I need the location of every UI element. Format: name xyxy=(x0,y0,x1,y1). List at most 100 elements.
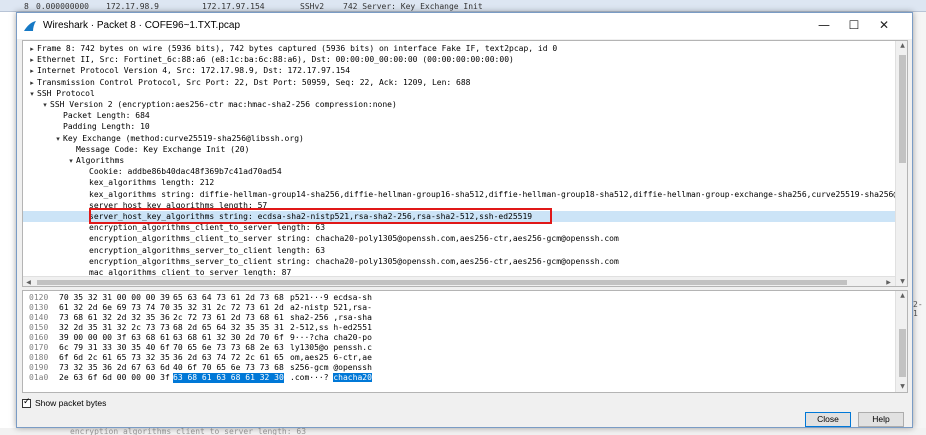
tree-hscroll-thumb[interactable] xyxy=(37,280,847,285)
tree-row[interactable]: ▾ SSH Version 2 (encryption:aes256-ctr ma… xyxy=(23,99,895,110)
bg-row-time: 0.000000000 xyxy=(36,2,89,11)
tree-row-text: Packet Length: 684 xyxy=(63,111,150,121)
close-window-button[interactable]: ✕ xyxy=(870,13,898,39)
hex-offset: 0180 xyxy=(29,353,49,362)
tree-row-text: Ethernet II, Src: Fortinet_6c:88:a6 (e8:… xyxy=(37,55,514,65)
tree-vertical-scrollbar[interactable]: ▲ ▼ xyxy=(895,41,907,286)
hex-bytes-first-half: 6c 79 31 33 30 35 40 6f xyxy=(59,343,170,352)
expanded-arrow-icon[interactable]: ▾ xyxy=(40,100,50,110)
scroll-down-arrow-icon[interactable]: ▼ xyxy=(896,382,907,392)
bg-row-protocol: SSHv2 xyxy=(300,2,325,11)
hex-row[interactable]: 0140 73 68 61 32 2d 32 35 36 2c 72 73 61 2… xyxy=(23,313,895,323)
tree-scroll-thumb[interactable] xyxy=(899,55,906,163)
tree-row[interactable]: ▸ Internet Protocol Version 4, Src: 172.1… xyxy=(23,65,895,76)
scroll-down-arrow-icon[interactable]: ▼ xyxy=(896,277,907,286)
tree-row[interactable]: Cookie: addbe86b40dac48f369b7c41ad70ad54 xyxy=(23,166,895,177)
hex-bytes-second-half: 2c 72 73 61 2d 73 68 61 xyxy=(173,313,284,322)
tree-row[interactable]: Packet Length: 684 xyxy=(23,110,895,121)
hex-row[interactable]: 0130 61 32 2d 6e 69 73 74 70 35 32 31 2c 7… xyxy=(23,303,895,313)
hex-row[interactable]: 0180 6f 6d 2c 61 65 73 32 35 36 2d 63 74 7… xyxy=(23,353,895,363)
window-title: Wireshark · Packet 8 · COFE96~1.TXT.pcap xyxy=(43,20,241,31)
show-packet-bytes-label[interactable]: Show packet bytes xyxy=(35,398,106,408)
tree-row[interactable]: ▾ Algorithms xyxy=(23,155,895,166)
tree-row[interactable]: Message Code: Key Exchange Init (20) xyxy=(23,144,895,155)
background-window-bottom: encryption_algorithms_client_to_server l… xyxy=(0,427,926,435)
show-packet-bytes-checkbox[interactable]: ✓ xyxy=(22,397,31,408)
packet-dialog: Wireshark · Packet 8 · COFE96~1.TXT.pcap… xyxy=(16,12,913,428)
tree-row[interactable]: Padding Length: 10 xyxy=(23,121,895,132)
hex-offset: 0150 xyxy=(29,323,49,332)
bg-row-src: 172.17.98.9 xyxy=(106,2,159,11)
hex-ascii: 2-512,ss h-ed2551 xyxy=(290,323,372,332)
tree-row[interactable]: encryption_algorithms_server_to_client s… xyxy=(23,256,895,267)
tree-row[interactable]: kex_algorithms length: 212 xyxy=(23,177,895,188)
hex-offset: 0120 xyxy=(29,293,49,302)
tree-row[interactable]: ▸ Ethernet II, Src: Fortinet_6c:88:a6 (e8… xyxy=(23,54,895,65)
title-bar[interactable]: Wireshark · Packet 8 · COFE96~1.TXT.pcap… xyxy=(17,13,912,39)
tree-row[interactable]: encryption_algorithms_client_to_server s… xyxy=(23,233,895,244)
tree-row-text: Algorithms xyxy=(76,156,125,165)
tree-row-text: Cookie: addbe86b40dac48f369b7c41ad70ad54 xyxy=(89,167,282,177)
hex-bytes-first-half: 70 35 32 31 00 00 00 39 xyxy=(59,293,170,302)
expanded-arrow-icon[interactable]: ▾ xyxy=(66,156,76,166)
scroll-left-arrow-icon[interactable]: ◀ xyxy=(23,277,34,286)
hex-bytes-first-half: 6f 6d 2c 61 65 73 32 35 xyxy=(59,353,170,362)
tree-row[interactable]: ▸ Frame 8: 742 bytes on wire (5936 bits),… xyxy=(23,43,895,54)
tree-row[interactable]: ▾ Key Exchange (method:curve25519-sha256@… xyxy=(23,133,895,144)
bytes-vertical-scrollbar[interactable]: ▲ ▼ xyxy=(895,291,907,392)
tree-row-text: Internet Protocol Version 4, Src: 172.17… xyxy=(37,66,351,76)
scroll-up-arrow-icon[interactable]: ▲ xyxy=(896,41,907,51)
tree-row-text: encryption_algorithms_client_to_server s… xyxy=(89,234,619,244)
hex-bytes-second-half: 68 2d 65 64 32 35 35 31 xyxy=(173,323,284,332)
collapsed-arrow-icon[interactable]: ▸ xyxy=(27,44,37,54)
help-button[interactable]: Help xyxy=(858,412,904,427)
tree-row-text: SSH Protocol xyxy=(37,88,95,98)
hex-bytes-second-half: 63 68 61 63 68 61 32 30 xyxy=(173,373,284,383)
expanded-arrow-icon[interactable]: ▾ xyxy=(27,89,37,99)
hex-offset: 01a0 xyxy=(29,373,49,382)
tree-row[interactable]: kex_algorithms string: diffie-hellman-gr… xyxy=(23,189,895,200)
scroll-up-arrow-icon[interactable]: ▲ xyxy=(896,291,907,301)
hex-row[interactable]: 01a0 2e 63 6f 6d 00 00 00 3f 63 68 61 63 6… xyxy=(23,373,895,383)
hex-bytes-second-half: 65 63 64 73 61 2d 73 68 xyxy=(173,293,284,302)
hex-bytes-second-half: 36 2d 63 74 72 2c 61 65 xyxy=(173,353,284,362)
tree-row-text: Message Code: Key Exchange Init (20) xyxy=(76,144,250,154)
background-packet-list-row: 8 0.000000000 172.17.98.9 172.17.97.154 … xyxy=(0,0,926,12)
hex-offset: 0160 xyxy=(29,333,49,342)
hex-ascii: s256-gcm @openssh xyxy=(290,363,372,372)
expanded-arrow-icon[interactable]: ▾ xyxy=(53,134,63,144)
hex-ascii: a2-nistp 521,rsa- xyxy=(290,303,372,312)
scroll-right-arrow-icon[interactable]: ▶ xyxy=(883,277,894,286)
hex-ascii-selected: chacha20 xyxy=(333,373,372,382)
bg-row-dst: 172.17.97.154 xyxy=(202,2,265,11)
hex-ascii: p521···9 ecdsa-sh xyxy=(290,293,372,302)
tree-row-text: Transmission Control Protocol, Src Port:… xyxy=(37,77,471,87)
background-window-edge: 2-1 xyxy=(913,12,926,435)
hex-row[interactable]: 0160 39 00 00 00 3f 63 68 61 63 68 61 32 3… xyxy=(23,333,895,343)
hex-row[interactable]: 0170 6c 79 31 33 30 35 40 6f 70 65 6e 73 7… xyxy=(23,343,895,353)
tree-row[interactable]: encryption_algorithms_server_to_client l… xyxy=(23,245,895,256)
packet-details-tree[interactable]: ▸ Frame 8: 742 bytes on wire (5936 bits),… xyxy=(22,40,908,287)
hex-row[interactable]: 0150 32 2d 35 31 32 2c 73 73 68 2d 65 64 3… xyxy=(23,323,895,333)
hex-bytes-second-half: 70 65 6e 73 73 68 2e 63 xyxy=(173,343,284,352)
tree-row[interactable]: ▾ SSH Protocol xyxy=(23,88,895,99)
hex-row[interactable]: 0120 70 35 32 31 00 00 00 39 65 63 64 73 6… xyxy=(23,293,895,303)
collapsed-arrow-icon[interactable]: ▸ xyxy=(27,66,37,76)
tree-row[interactable]: ▸ Transmission Control Protocol, Src Port… xyxy=(23,77,895,88)
tree-horizontal-scrollbar[interactable]: ◀ ▶ xyxy=(23,276,895,286)
hex-row[interactable]: 0190 73 32 35 36 2d 67 63 6d 40 6f 70 65 6… xyxy=(23,363,895,373)
bytes-scroll-thumb[interactable] xyxy=(899,329,906,377)
collapsed-arrow-icon[interactable]: ▸ xyxy=(27,55,37,65)
maximize-button[interactable]: ☐ xyxy=(840,13,868,39)
packet-bytes-pane[interactable]: 0120 70 35 32 31 00 00 00 39 65 63 64 73 6… xyxy=(22,290,908,393)
hex-bytes-second-half: 40 6f 70 65 6e 73 73 68 xyxy=(173,363,284,372)
minimize-button[interactable]: — xyxy=(810,13,838,39)
collapsed-arrow-icon[interactable]: ▸ xyxy=(27,78,37,88)
close-button[interactable]: Close xyxy=(805,412,851,427)
hex-offset: 0140 xyxy=(29,313,49,322)
hex-offset: 0130 xyxy=(29,303,49,312)
hex-ascii: om,aes25 6-ctr,ae xyxy=(290,353,372,362)
hex-ascii-plain: .com···? xyxy=(290,373,334,382)
bg-row-info: 742 Server: Key Exchange Init xyxy=(343,2,483,11)
hex-bytes-first-half: 73 68 61 32 2d 32 35 36 xyxy=(59,313,170,322)
